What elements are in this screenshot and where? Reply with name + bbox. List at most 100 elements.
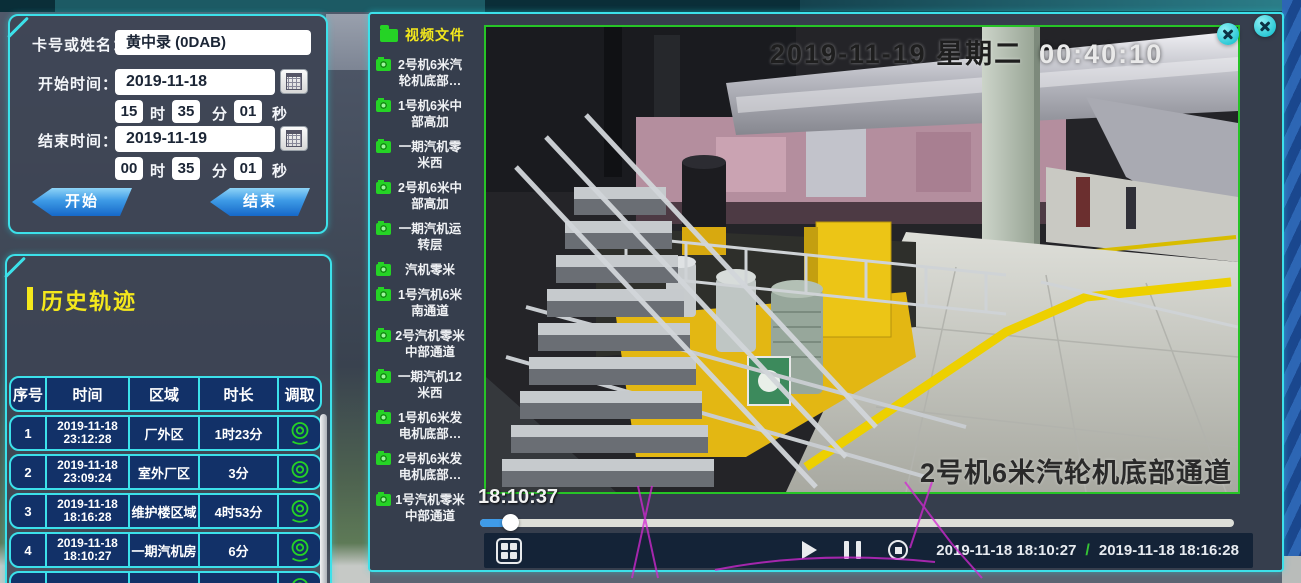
video-file-item[interactable]: 1号机6米中部高加: [376, 98, 484, 130]
start-hour-input[interactable]: 15: [115, 100, 143, 123]
hour-unit-label: 时: [150, 103, 165, 124]
row-area: 厂外区: [130, 417, 200, 449]
video-osd-timestamp: 2019-11-19 星期二00:40:10: [770, 32, 1163, 71]
row-retrieve-cell: [279, 456, 320, 488]
background-right-ground: [1282, 556, 1301, 583]
row-retrieve-cell: [279, 495, 320, 527]
column-header-no: 序号: [11, 378, 47, 410]
minute-unit-label: 分: [212, 103, 227, 124]
range-end-time: 2019-11-18 18:16:28: [1099, 542, 1239, 559]
grid-icon: [510, 552, 517, 559]
end-minute-input[interactable]: 35: [172, 157, 200, 180]
start-date-input[interactable]: 2019-11-18: [115, 69, 275, 95]
table-scrollbar[interactable]: [320, 414, 327, 583]
video-file-label: 1号机6米发电机底部通道: [395, 410, 465, 442]
panel-close-button[interactable]: [1254, 15, 1276, 37]
pause-button[interactable]: [844, 541, 861, 559]
start-time-label: 开始时间：: [38, 73, 118, 94]
video-file-item[interactable]: 2号汽机零米中部通道: [376, 328, 484, 360]
layout-grid-button[interactable]: [496, 538, 522, 564]
video-file-label: 2号机6米汽轮机底部通道: [395, 57, 465, 89]
webcam-retrieve-icon[interactable]: [287, 420, 313, 446]
video-file-list-header: 视频文件: [380, 25, 484, 45]
webcam-retrieve-icon[interactable]: [287, 498, 313, 524]
video-file-item[interactable]: 2号机6米发电机底部通道: [376, 451, 484, 483]
start-calendar-button[interactable]: [280, 69, 308, 94]
column-header-area: 区域: [130, 378, 200, 410]
end-button[interactable]: 结束: [210, 188, 310, 216]
row-clock: 18:10:27: [63, 550, 111, 563]
column-header-retrieve: 调取: [279, 378, 320, 410]
title-bar-accent: [27, 287, 33, 310]
video-file-label: 2号机6米中部高加: [395, 180, 465, 212]
row-no: 2: [11, 456, 47, 488]
video-file-label: 1号汽机6米南通道: [395, 287, 465, 319]
history-table-header: 序号 时间 区域 时长 调取: [9, 376, 322, 412]
start-second-input[interactable]: 01: [234, 100, 262, 123]
background-building: [326, 14, 370, 70]
video-file-item[interactable]: 一期汽机12米西: [376, 369, 484, 401]
video-file-list: 2号机6米汽轮机底部通道 1号机6米中部高加 一期汽机零米西 2号机6米中部高加…: [376, 57, 484, 524]
folder-icon: [380, 29, 398, 42]
range-separator: /: [1085, 542, 1089, 560]
video-file-item[interactable]: 1号汽机6米南通道: [376, 287, 484, 319]
row-duration: 6分: [200, 534, 279, 566]
webcam-retrieve-icon[interactable]: [287, 537, 313, 563]
table-row[interactable]: 5 2019-11-18: [9, 571, 322, 583]
stop-button[interactable]: [888, 540, 908, 560]
video-close-button[interactable]: [1217, 23, 1239, 45]
background-top-bar-light: [55, 0, 485, 12]
end-date-input[interactable]: 2019-11-19: [115, 126, 275, 152]
camera-icon: [376, 289, 391, 301]
table-row[interactable]: 3 2019-11-18 18:16:28 维护楼区域 4时53分: [9, 493, 322, 529]
progress-bar[interactable]: [480, 519, 1234, 527]
table-row[interactable]: 1 2019-11-18 23:12:28 厂外区 1时23分: [9, 415, 322, 451]
table-row[interactable]: 2 2019-11-18 23:09:24 室外厂区 3分: [9, 454, 322, 490]
play-button[interactable]: [802, 541, 817, 559]
table-row[interactable]: 4 2019-11-18 18:10:27 一期汽机房 6分: [9, 532, 322, 568]
video-scene: [486, 27, 1238, 492]
video-file-item[interactable]: 1号汽机零米中部通道: [376, 492, 484, 524]
video-file-item[interactable]: 2号机6米中部高加: [376, 180, 484, 212]
video-frame[interactable]: 2019-11-19 星期二00:40:10 2号机6米汽轮机底部通道: [484, 25, 1240, 494]
video-file-item[interactable]: 2号机6米汽轮机底部通道: [376, 57, 484, 89]
video-file-item[interactable]: 一期汽机运转层: [376, 221, 484, 253]
video-file-item[interactable]: 一期汽机零米西: [376, 139, 484, 171]
grid-icon: [501, 552, 508, 559]
start-button[interactable]: 开始: [32, 188, 132, 216]
video-file-list-title: 视频文件: [405, 25, 465, 45]
camera-icon: [376, 494, 391, 506]
history-table: 序号 时间 区域 时长 调取 1 2019-11-18 23:12:28 厂外区…: [9, 376, 322, 583]
progress-handle[interactable]: [502, 514, 519, 531]
calendar-icon: [286, 73, 302, 90]
video-file-item[interactable]: 1号机6米发电机底部通道: [376, 410, 484, 442]
video-file-label: 汽机零米: [395, 262, 465, 278]
column-header-duration: 时长: [200, 378, 279, 410]
row-area: 室外厂区: [130, 456, 200, 488]
background-right-building: [1282, 0, 1301, 583]
start-minute-input[interactable]: 35: [172, 100, 200, 123]
row-no: 1: [11, 417, 47, 449]
second-unit-label: 秒: [272, 160, 287, 181]
stage: 卡号或姓名： 黄中录 (0DAB) 开始时间： 2019-11-18 15 时 …: [0, 0, 1301, 583]
video-file-panel: 视频文件 2号机6米汽轮机底部通道 1号机6米中部高加 一期汽机零米西 2号机6…: [376, 22, 484, 533]
video-file-label: 一期汽机12米西: [395, 369, 465, 401]
end-calendar-button[interactable]: [280, 126, 308, 151]
video-file-label: 1号汽机零米中部通道: [395, 492, 465, 524]
webcam-retrieve-icon[interactable]: [287, 459, 313, 485]
end-hour-input[interactable]: 00: [115, 157, 143, 180]
row-duration: [200, 573, 279, 583]
background-top-right-band: [800, 0, 1301, 11]
video-file-item[interactable]: 汽机零米: [376, 262, 484, 278]
end-second-input[interactable]: 01: [234, 157, 262, 180]
camera-icon: [376, 59, 391, 71]
name-label: 卡号或姓名：: [32, 34, 128, 55]
row-clock: 23:12:28: [63, 433, 111, 446]
video-file-label: 一期汽机运转层: [395, 221, 465, 253]
row-time: 2019-11-18 23:12:28: [47, 417, 130, 449]
name-input[interactable]: 黄中录 (0DAB): [115, 30, 311, 55]
history-panel: 历史轨迹 序号 时间 区域 时长 调取 1 2019-11-18 23:12:2…: [5, 254, 332, 583]
row-duration: 1时23分: [200, 417, 279, 449]
webcam-retrieve-icon[interactable]: [287, 576, 313, 583]
history-table-body: 1 2019-11-18 23:12:28 厂外区 1时23分 2 2019-1…: [9, 415, 322, 583]
